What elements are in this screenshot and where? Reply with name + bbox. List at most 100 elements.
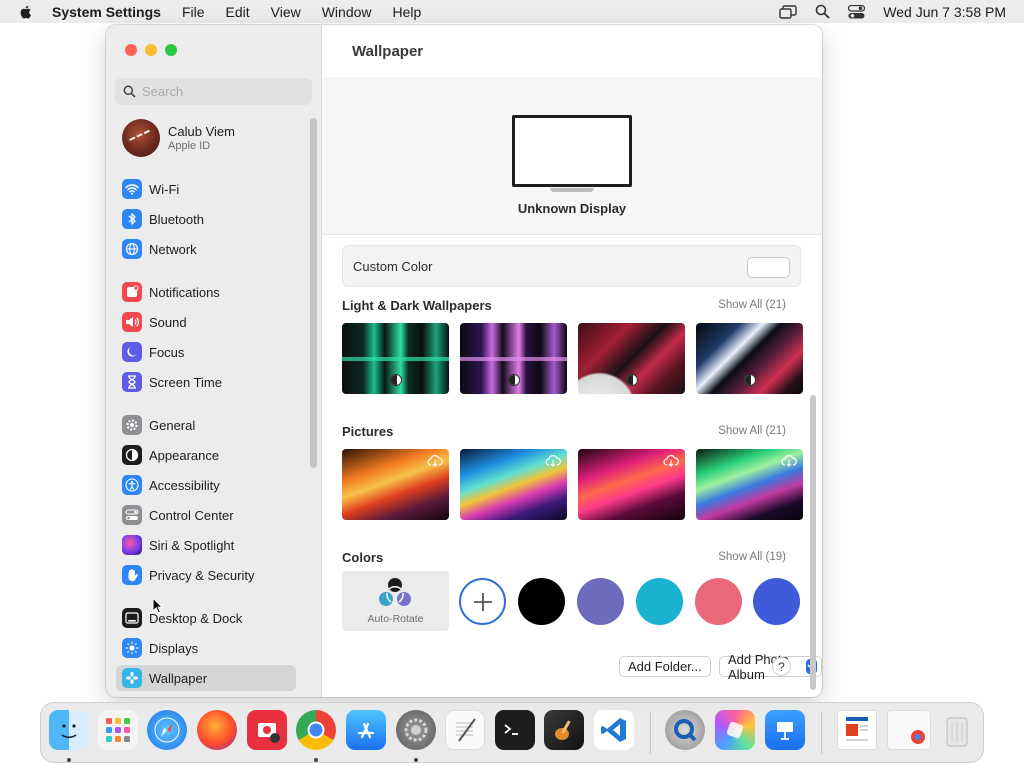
sidebar-item-sound[interactable]: Sound [116, 309, 296, 335]
chrome-icon[interactable] [296, 710, 336, 750]
colors-show-all[interactable]: Show All (19) [718, 551, 786, 563]
terminal-icon[interactable] [495, 710, 535, 750]
firefox-icon[interactable] [197, 710, 237, 750]
add-color-button[interactable] [459, 578, 506, 625]
textedit-icon[interactable] [445, 710, 485, 750]
sidebar-item-notifications[interactable]: Notifications [116, 279, 296, 305]
sidebar-item-label: Appearance [149, 447, 220, 463]
help-button[interactable]: ? [772, 657, 791, 676]
add-photo-album-button[interactable]: Add Photo Album [719, 652, 822, 682]
spotlight-search-icon[interactable] [815, 4, 830, 19]
system-settings-window: Calub Viem Apple ID Wi-Fi Bluetooth Netw… [106, 25, 822, 697]
appearance-icon [122, 445, 142, 465]
help-menu[interactable]: Help [393, 4, 422, 20]
sidebar-item-wallpaper[interactable]: Wallpaper [116, 665, 296, 691]
pictures-show-all[interactable]: Show All (21) [718, 425, 786, 437]
sidebar-item-appearance[interactable]: Appearance [116, 442, 296, 468]
dock-icon [122, 608, 142, 628]
edit-menu[interactable]: Edit [226, 4, 250, 20]
wallpaper-pane: Wallpaper Unknown Display Custom Color L… [322, 25, 822, 697]
color-swatch[interactable] [577, 578, 624, 625]
affinity-icon[interactable] [715, 710, 755, 750]
view-menu[interactable]: View [271, 4, 301, 20]
window-icon[interactable] [887, 710, 931, 750]
search-input[interactable] [142, 84, 302, 99]
sidebar-item-network[interactable]: Network [116, 236, 296, 262]
sun-icon [122, 638, 142, 658]
auto-rotate-tile[interactable]: Auto-Rotate [342, 571, 449, 631]
garageband-icon[interactable] [544, 710, 584, 750]
hourglass-icon [122, 372, 142, 392]
document-icon[interactable] [837, 710, 877, 750]
screen-mirroring-icon[interactable] [779, 4, 797, 19]
apple-id-account[interactable]: Calub Viem Apple ID [122, 119, 235, 157]
sidebar-item-bluetooth[interactable]: Bluetooth [116, 206, 296, 232]
mouse-pointer-icon [152, 597, 164, 614]
sidebar-scrollbar[interactable] [310, 118, 317, 468]
color-swatch[interactable] [518, 578, 565, 625]
cloud-download-icon [781, 455, 797, 467]
sidebar-item-siri-spotlight[interactable]: Siri & Spotlight [116, 532, 296, 558]
safari-icon[interactable] [147, 710, 187, 750]
sidebar-item-accessibility[interactable]: Accessibility [116, 472, 296, 498]
apple-logo-icon[interactable] [18, 4, 34, 20]
sidebar-item-wifi[interactable]: Wi-Fi [116, 176, 296, 202]
trash-icon[interactable] [937, 710, 977, 750]
color-swatch[interactable] [636, 578, 683, 625]
cloud-download-icon [545, 455, 561, 467]
plus-icon [473, 592, 492, 611]
sidebar-item-desktop-dock[interactable]: Desktop & Dock [116, 605, 296, 631]
app-menu[interactable]: System Settings [52, 4, 161, 20]
sidebar-item-general[interactable]: General [116, 412, 296, 438]
light-dark-show-all[interactable]: Show All (21) [718, 299, 786, 311]
quicktime-icon[interactable] [665, 710, 705, 750]
color-swatch[interactable] [695, 578, 742, 625]
sidebar-item-displays[interactable]: Displays [116, 635, 296, 661]
vscode-icon[interactable] [594, 710, 634, 750]
sidebar-item-label: Accessibility [149, 477, 220, 493]
sidebar-item-privacy-security[interactable]: Privacy & Security [116, 562, 296, 588]
window-menu[interactable]: Window [322, 4, 372, 20]
sidebar-item-label: Network [149, 241, 197, 257]
sidebar-item-focus[interactable]: Focus [116, 339, 296, 365]
wallpaper-thumb-light-dark-4[interactable] [696, 323, 803, 394]
dock-separator [650, 712, 651, 754]
file-menu[interactable]: File [182, 4, 205, 20]
main-scrollbar[interactable] [810, 395, 816, 690]
wallpaper-thumb-light-dark-1[interactable] [342, 323, 449, 394]
wallpaper-thumb-picture-2[interactable] [460, 449, 567, 520]
custom-color-well[interactable] [747, 257, 790, 278]
launchpad-icon[interactable] [98, 710, 138, 750]
wallpaper-thumb-light-dark-2[interactable] [460, 323, 567, 394]
minimize-button[interactable] [145, 44, 157, 56]
wallpaper-thumb-picture-4[interactable] [696, 449, 803, 520]
keynote-icon[interactable] [765, 710, 805, 750]
add-folder-button[interactable]: Add Folder... [619, 656, 711, 677]
globe-icon [122, 239, 142, 259]
auto-rotate-icon [379, 578, 411, 606]
sidebar-item-screen-time[interactable]: Screen Time [116, 369, 296, 395]
search-field[interactable] [115, 78, 312, 105]
wallpaper-thumb-light-dark-3[interactable] [578, 323, 685, 394]
sidebar-item-label: Screen Time [149, 374, 222, 390]
photo-booth-icon[interactable] [247, 710, 287, 750]
user-subtitle: Apple ID [168, 140, 211, 152]
wallpaper-thumb-picture-1[interactable] [342, 449, 449, 520]
app-store-icon[interactable] [346, 710, 386, 750]
menu-clock[interactable]: Wed Jun 7 3:58 PM [883, 4, 1006, 20]
siri-icon [122, 535, 142, 555]
wifi-icon [122, 179, 142, 199]
sidebar-item-control-center[interactable]: Control Center [116, 502, 296, 528]
finder-icon[interactable] [49, 710, 89, 750]
gear-icon [122, 415, 142, 435]
monitor-preview [512, 115, 632, 187]
hand-icon [122, 565, 142, 585]
sidebar-item-label: Wallpaper [149, 670, 208, 686]
control-center-icon[interactable] [848, 4, 866, 19]
system-settings-icon[interactable] [396, 710, 436, 750]
close-button[interactable] [125, 44, 137, 56]
zoom-button[interactable] [165, 44, 177, 56]
wallpaper-thumb-picture-3[interactable] [578, 449, 685, 520]
sidebar-item-label: General [149, 417, 196, 433]
color-swatch[interactable] [753, 578, 800, 625]
